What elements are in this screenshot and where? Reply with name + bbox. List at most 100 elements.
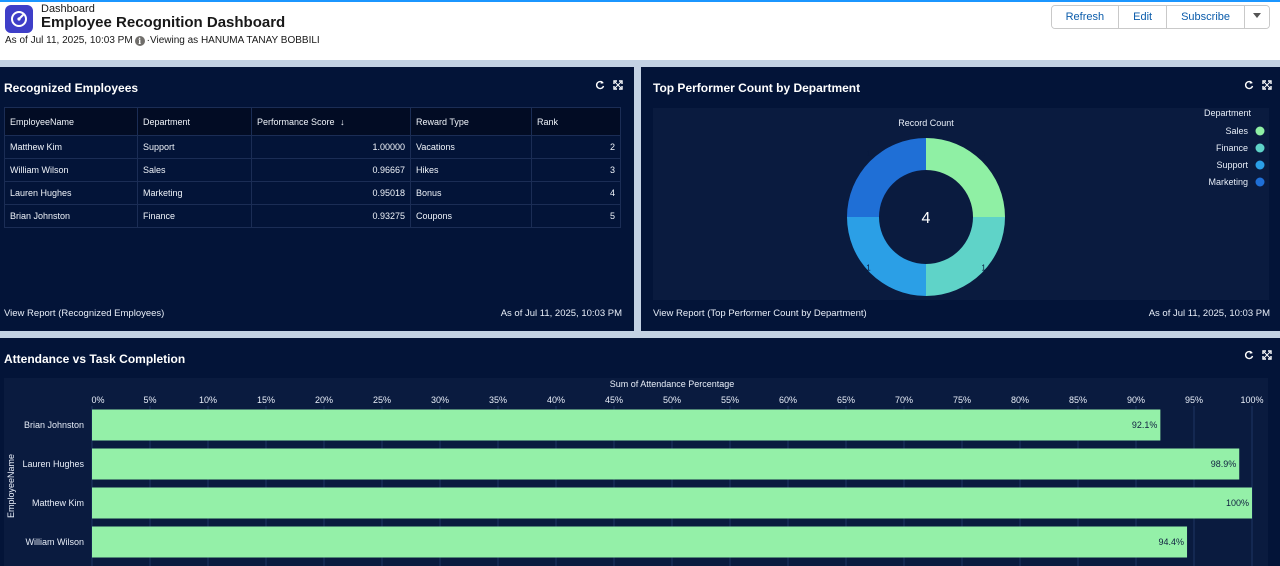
legend-swatch: [1255, 177, 1265, 187]
legend-item-label[interactable]: Support: [1216, 160, 1248, 170]
x-tick-label: 0%: [91, 395, 104, 405]
bar-value-label: 98.9%: [1211, 459, 1237, 469]
as-of-timestamp: As of Jul 11, 2025, 10:03 PM: [5, 35, 133, 46]
y-category-label: Matthew Kim: [32, 498, 84, 508]
refresh-icon[interactable]: [1243, 79, 1255, 91]
donut-slice-marketing[interactable]: [847, 138, 926, 217]
widget-title: Attendance vs Task Completion: [4, 352, 186, 366]
column-header-employee-name[interactable]: EmployeeName: [4, 107, 138, 136]
table-row: Lauren Hughes Marketing 0.95018 Bonus 4: [4, 181, 621, 205]
column-header-reward-type[interactable]: Reward Type: [410, 107, 532, 136]
legend-swatch: [1255, 160, 1265, 170]
subscribe-button[interactable]: Subscribe: [1167, 6, 1245, 28]
cell-reward-type: Vacations: [410, 135, 532, 159]
bar[interactable]: [92, 487, 1252, 519]
donut-chart-area: Record Count 1 1 1 1 4 Department Sales Finance S…: [653, 108, 1269, 300]
legend-item-label[interactable]: Sales: [1225, 126, 1248, 136]
dashboard-header: Dashboard Employee Recognition Dashboard…: [0, 0, 1280, 60]
widget-title: Top Performer Count by Department: [653, 81, 861, 95]
cell-rank: 4: [531, 181, 621, 205]
info-icon[interactable]: i: [134, 35, 145, 46]
cell-employee-name: Brian Johnston: [4, 204, 138, 228]
bar[interactable]: [92, 448, 1240, 480]
cell-reward-type: Hikes: [410, 158, 532, 182]
bar-value-label: 94.4%: [1159, 537, 1185, 547]
donut-slice-finance[interactable]: [926, 217, 1005, 296]
dashboard-subtitle: As of Jul 11, 2025, 10:03 PM i ·Viewing …: [5, 35, 320, 46]
chart-title: Record Count: [898, 118, 954, 128]
more-actions-button[interactable]: [1245, 6, 1269, 28]
x-tick-label: 60%: [779, 395, 797, 405]
x-tick-label: 25%: [373, 395, 391, 405]
cell-employee-name: William Wilson: [4, 158, 138, 182]
expand-icon[interactable]: [1261, 79, 1273, 91]
cell-rank: 3: [531, 158, 621, 182]
x-tick-label: 45%: [605, 395, 623, 405]
chevron-down-icon: [1253, 13, 1261, 18]
x-tick-label: 15%: [257, 395, 275, 405]
y-category-label: Lauren Hughes: [22, 459, 84, 469]
cell-department: Finance: [137, 204, 252, 228]
expand-icon[interactable]: [612, 79, 624, 91]
legend-swatch: [1255, 143, 1265, 153]
widget-timestamp: As of Jul 11, 2025, 10:03 PM: [500, 308, 622, 319]
bar[interactable]: [92, 526, 1188, 558]
expand-icon[interactable]: [1261, 349, 1273, 361]
slice-value-label: 1: [866, 149, 871, 158]
cell-performance-score: 1.00000: [251, 135, 411, 159]
legend-item-label[interactable]: Finance: [1216, 143, 1248, 153]
x-tick-label: 85%: [1069, 395, 1087, 405]
refresh-icon[interactable]: [1243, 349, 1255, 361]
sort-descending-icon: ↓: [340, 116, 345, 127]
cell-rank: 2: [531, 135, 621, 159]
x-tick-label: 100%: [1240, 395, 1263, 405]
x-tick-label: 35%: [489, 395, 507, 405]
bar[interactable]: [92, 409, 1161, 441]
legend-title: Department: [1204, 108, 1252, 118]
bar-chart: Sum of Attendance Percentage 0% 5% 10% 15% 20…: [6, 379, 1264, 566]
x-tick-label: 20%: [315, 395, 333, 405]
cell-department: Support: [137, 135, 252, 159]
x-tick-label: 55%: [721, 395, 739, 405]
view-report-link[interactable]: View Report (Recognized Employees): [4, 308, 164, 319]
x-tick-label: 10%: [199, 395, 217, 405]
donut-slice-support[interactable]: [847, 217, 926, 296]
cell-performance-score: 0.93275: [251, 204, 411, 228]
x-tick-label: 95%: [1185, 395, 1203, 405]
column-header-department[interactable]: Department: [137, 107, 252, 136]
slice-value-label: 1: [981, 149, 986, 158]
table-header-row: EmployeeName Department Performance Scor…: [4, 107, 621, 136]
legend-swatch: [1255, 126, 1265, 136]
y-category-label: Brian Johnston: [24, 420, 84, 430]
y-axis-label: EmployeeName: [6, 454, 16, 518]
cell-reward-type: Bonus: [410, 181, 532, 205]
x-tick-label: 65%: [837, 395, 855, 405]
table-row: Matthew Kim Support 1.00000 Vacations 2: [4, 135, 621, 159]
legend-item-label[interactable]: Marketing: [1208, 177, 1248, 187]
column-header-performance-score[interactable]: Performance Score ↓: [251, 107, 411, 136]
column-label: Performance Score: [257, 116, 335, 127]
x-tick-label: 50%: [663, 395, 681, 405]
x-tick-label: 5%: [143, 395, 156, 405]
donut-slice-sales[interactable]: [926, 138, 1005, 217]
bar-value-label: 92.1%: [1132, 420, 1158, 430]
refresh-button[interactable]: Refresh: [1051, 6, 1120, 28]
refresh-icon[interactable]: [594, 79, 606, 91]
x-tick-label: 75%: [953, 395, 971, 405]
header-button-group: Refresh Edit Subscribe: [1050, 5, 1270, 29]
y-category-label: William Wilson: [26, 537, 85, 547]
slice-value-label: 1: [981, 264, 986, 273]
cell-reward-type: Coupons: [410, 204, 532, 228]
page-title: Employee Recognition Dashboard: [41, 14, 286, 31]
bar-chart-area: Sum of Attendance Percentage 0% 5% 10% 15% 20…: [4, 378, 1268, 566]
column-header-rank[interactable]: Rank: [531, 107, 621, 136]
donut-chart: Record Count 1 1 1 1 4 Department Sales Finance S…: [847, 108, 1265, 296]
viewing-as-text: ·Viewing as HANUMA TANAY BOBBILI: [146, 35, 320, 46]
widget-actions: [1243, 79, 1273, 91]
view-report-link[interactable]: View Report (Top Performer Count by Depa…: [653, 308, 867, 319]
edit-button[interactable]: Edit: [1119, 6, 1168, 28]
dashboard-gauge-icon: [5, 5, 33, 33]
cell-department: Marketing: [137, 181, 252, 205]
cell-department: Sales: [137, 158, 252, 182]
cell-performance-score: 0.96667: [251, 158, 411, 182]
